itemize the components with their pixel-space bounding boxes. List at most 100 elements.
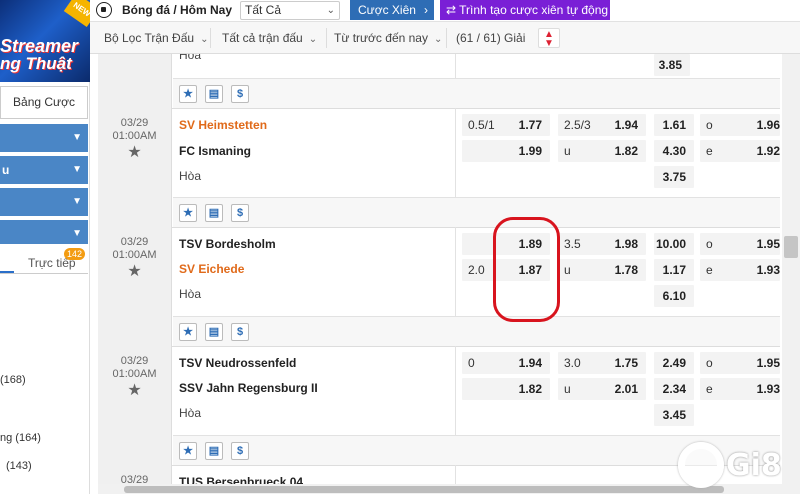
handicap-away-odds[interactable]: 1.82	[462, 378, 550, 400]
odds-value: 6.10	[662, 289, 686, 303]
odd-odds[interactable]: o 1.95	[700, 352, 780, 374]
bet-slip-tab[interactable]: Bảng Cược	[0, 86, 88, 119]
match-time: 01:00AM	[112, 368, 157, 380]
favorite-star-icon[interactable]: ★	[179, 442, 197, 460]
active-tab-underline	[0, 271, 14, 273]
league-count-item[interactable]: (143)	[6, 460, 32, 472]
chevron-down-icon: ▼	[72, 132, 82, 143]
even-odds[interactable]: e 1.93	[700, 378, 780, 400]
over-odds[interactable]: 3.5 1.98	[558, 233, 646, 255]
draw-label: Hòa	[179, 169, 202, 183]
1x2-away-odds[interactable]: 1.17	[654, 259, 694, 281]
sidebar-section-3[interactable]: ▼	[0, 188, 88, 216]
home-team: TSV Neudrossenfeld	[179, 356, 297, 370]
odds-value: 2.49	[662, 356, 686, 370]
all-matches-dropdown[interactable]: Tất cả trận đấu ⌄	[222, 28, 317, 48]
over-odds[interactable]: 3.0 1.75	[558, 352, 646, 374]
handicap-home-odds[interactable]: 0 1.94	[462, 352, 550, 374]
league-count-item[interactable]: (168)	[0, 374, 26, 386]
match-time: 01:00AM	[112, 249, 157, 261]
divider	[446, 28, 447, 48]
odds-value: 1.93	[756, 263, 780, 277]
match-date: 03/29	[120, 355, 149, 367]
parlay-button[interactable]: Cược Xiên ›	[350, 0, 434, 20]
odds-value: 3.45	[662, 408, 686, 422]
draw-label: Hòa	[179, 287, 202, 301]
even-label: e	[706, 263, 713, 277]
1x2-draw-odds[interactable]: 6.10	[654, 285, 694, 307]
under-odds[interactable]: u 1.82	[558, 140, 646, 162]
vertical-scroll-thumb[interactable]	[784, 236, 798, 258]
handicap-away-odds[interactable]: 1.99	[462, 140, 550, 162]
1x2-home-odds[interactable]: 10.00	[654, 233, 694, 255]
match-teams-cell: TSV Bordesholm SV Eichede Hòa	[173, 227, 456, 316]
favorite-star-icon[interactable]: ★	[179, 204, 197, 222]
even-odds[interactable]: e 1.92	[700, 140, 780, 162]
1x2-away-odds[interactable]: 4.30	[654, 140, 694, 162]
odds-value: 1.82	[518, 382, 542, 396]
dollar-icon[interactable]: $	[231, 85, 249, 103]
league-count-filter[interactable]: (61 / 61) Giải	[456, 28, 525, 48]
streamer-banner[interactable]: Streamer ng Thuật NEW	[0, 0, 90, 82]
1x2-home-odds[interactable]: 2.49	[654, 352, 694, 374]
scoreboard-icon[interactable]: ▤	[205, 442, 223, 460]
odds-value: 1.94	[614, 118, 638, 132]
auto-parlay-button[interactable]: ⇄ Trình tạo cược xiên tự động	[440, 0, 610, 20]
sidebar-section-2[interactable]: u ▼	[0, 156, 88, 184]
match-filter-label: Bộ Lọc Trận Đấu	[104, 31, 195, 45]
odd-label: o	[706, 356, 713, 370]
odds-value: 1.94	[518, 356, 542, 370]
favorite-star-icon[interactable]: ★	[179, 85, 197, 103]
odds-value: 1.82	[614, 144, 638, 158]
over-odds[interactable]: 2.5/3 1.94	[558, 114, 646, 136]
dollar-icon[interactable]: $	[231, 442, 249, 460]
market-filter-value: Tất Cả	[245, 3, 282, 17]
scoreboard-icon[interactable]: ▤	[205, 323, 223, 341]
handicap-home-odds[interactable]: 0.5/1 1.77	[462, 114, 550, 136]
horizontal-scroll-thumb[interactable]	[124, 486, 724, 493]
match-time-cell: 03/29 01:00AM ★	[98, 346, 172, 465]
favorite-star-icon[interactable]: ★	[98, 383, 171, 399]
favorite-star-icon[interactable]: ★	[98, 264, 171, 280]
odds-value: 1.78	[614, 263, 638, 277]
under-odds[interactable]: u 2.01	[558, 378, 646, 400]
favorite-star-icon[interactable]: ★	[179, 323, 197, 341]
1x2-draw-odds[interactable]: 3.45	[654, 404, 694, 426]
dollar-icon[interactable]: $	[231, 323, 249, 341]
time-filter-dropdown[interactable]: Từ trước đến nay ⌄	[334, 28, 442, 48]
filter-bar: Bộ Lọc Trận Đấu ⌄ Tất cả trận đấu ⌄ Từ trư…	[90, 22, 800, 54]
draw-label: Hòa	[179, 406, 202, 420]
favorite-star-icon[interactable]: ★	[98, 145, 171, 161]
sort-icon[interactable]: ▲ ▼	[538, 28, 560, 49]
vertical-scrollbar[interactable]	[782, 54, 800, 494]
scoreboard-icon[interactable]: ▤	[205, 204, 223, 222]
odds-cell[interactable]: 3.85	[654, 54, 690, 76]
1x2-home-odds[interactable]: 1.61	[654, 114, 694, 136]
soccer-ball-icon	[96, 2, 112, 18]
match-filter-dropdown[interactable]: Bộ Lọc Trận Đấu ⌄	[104, 28, 208, 48]
market-filter-select[interactable]: Tất Cả ⌄	[240, 1, 340, 20]
even-odds[interactable]: e 1.93	[700, 259, 780, 281]
match-row: Hòa 3.85 ★ ▤ $	[98, 54, 780, 108]
match-time-cell: 03/29 01:00AM ★	[98, 227, 172, 346]
highlight-annotation	[493, 217, 560, 322]
tab-live[interactable]: Trực tiếp 142	[0, 244, 88, 274]
under-odds[interactable]: u 1.78	[558, 259, 646, 281]
gi8-watermark-logo: Gi8	[678, 440, 798, 490]
sidebar-section-4[interactable]: ▼	[0, 220, 88, 244]
1x2-away-odds[interactable]: 2.34	[654, 378, 694, 400]
odd-odds[interactable]: o 1.95	[700, 233, 780, 255]
total-line: 3.5	[564, 237, 581, 251]
scoreboard-icon[interactable]: ▤	[205, 85, 223, 103]
total-line: 2.5/3	[564, 118, 591, 132]
match-action-bar: ★ ▤ $	[173, 78, 780, 108]
away-team: SSV Jahn Regensburg II	[179, 381, 318, 395]
dollar-icon[interactable]: $	[231, 204, 249, 222]
odds-value: 2.34	[662, 382, 686, 396]
match-teams-cell: SV Heimstetten FC Ismaning Hòa	[173, 108, 456, 197]
sidebar-section-1[interactable]: ▼	[0, 124, 88, 152]
banner-line-2: ng Thuật	[0, 54, 72, 73]
league-count-item[interactable]: ng (164)	[0, 432, 41, 444]
1x2-draw-odds[interactable]: 3.75	[654, 166, 694, 188]
odd-odds[interactable]: o 1.96	[700, 114, 780, 136]
